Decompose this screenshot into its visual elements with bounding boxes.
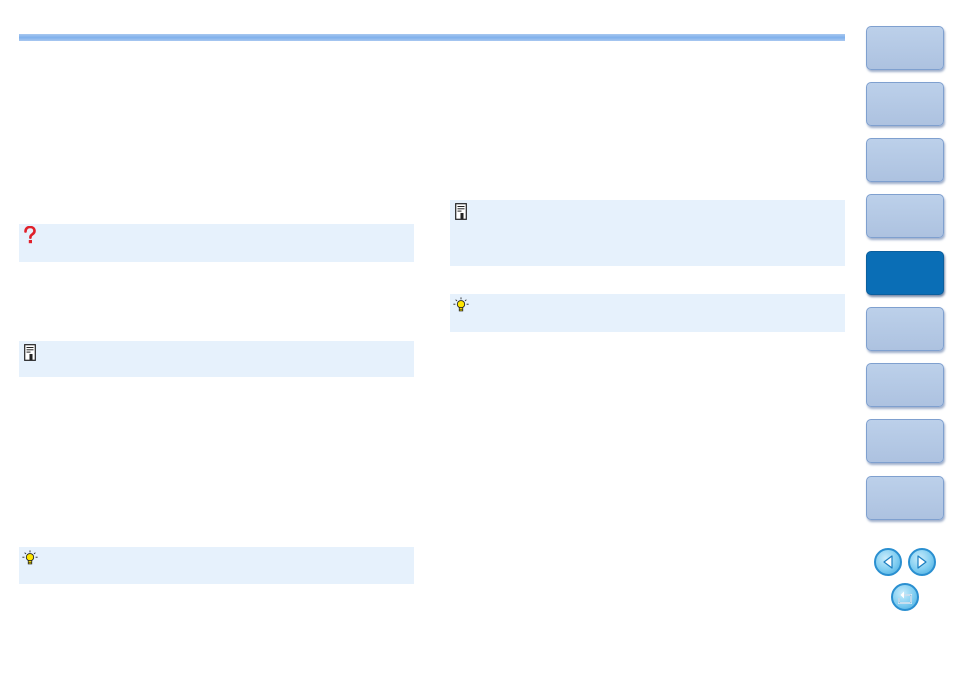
lightbulb-icon [22, 549, 38, 567]
sidebar-tab-4[interactable] [866, 194, 944, 238]
previous-page-button[interactable] [874, 548, 902, 576]
next-page-button[interactable] [908, 548, 936, 576]
sidebar-tab-6[interactable] [866, 307, 944, 351]
memo-box [450, 200, 845, 266]
sidebar-tab-7[interactable] [866, 363, 944, 407]
header-bar [19, 34, 845, 41]
return-icon [898, 591, 912, 604]
tip-box [19, 547, 414, 584]
memo-icon [453, 202, 469, 220]
troubleshooting-box [19, 224, 414, 262]
sidebar-tab-1[interactable] [866, 26, 944, 70]
sidebar-tab-2[interactable] [866, 82, 944, 126]
arrow-left-icon [883, 555, 893, 569]
return-button[interactable] [891, 583, 919, 611]
tip-box [450, 294, 845, 332]
sidebar-tab-8[interactable] [866, 419, 944, 463]
memo-icon [22, 343, 38, 361]
sidebar-tab-3[interactable] [866, 138, 944, 182]
memo-box [19, 341, 414, 377]
arrow-right-icon [917, 555, 927, 569]
question-mark-icon [22, 226, 38, 244]
lightbulb-icon [453, 296, 469, 314]
sidebar-tab-5-active[interactable] [866, 251, 944, 295]
sidebar-tab-9[interactable] [866, 476, 944, 520]
